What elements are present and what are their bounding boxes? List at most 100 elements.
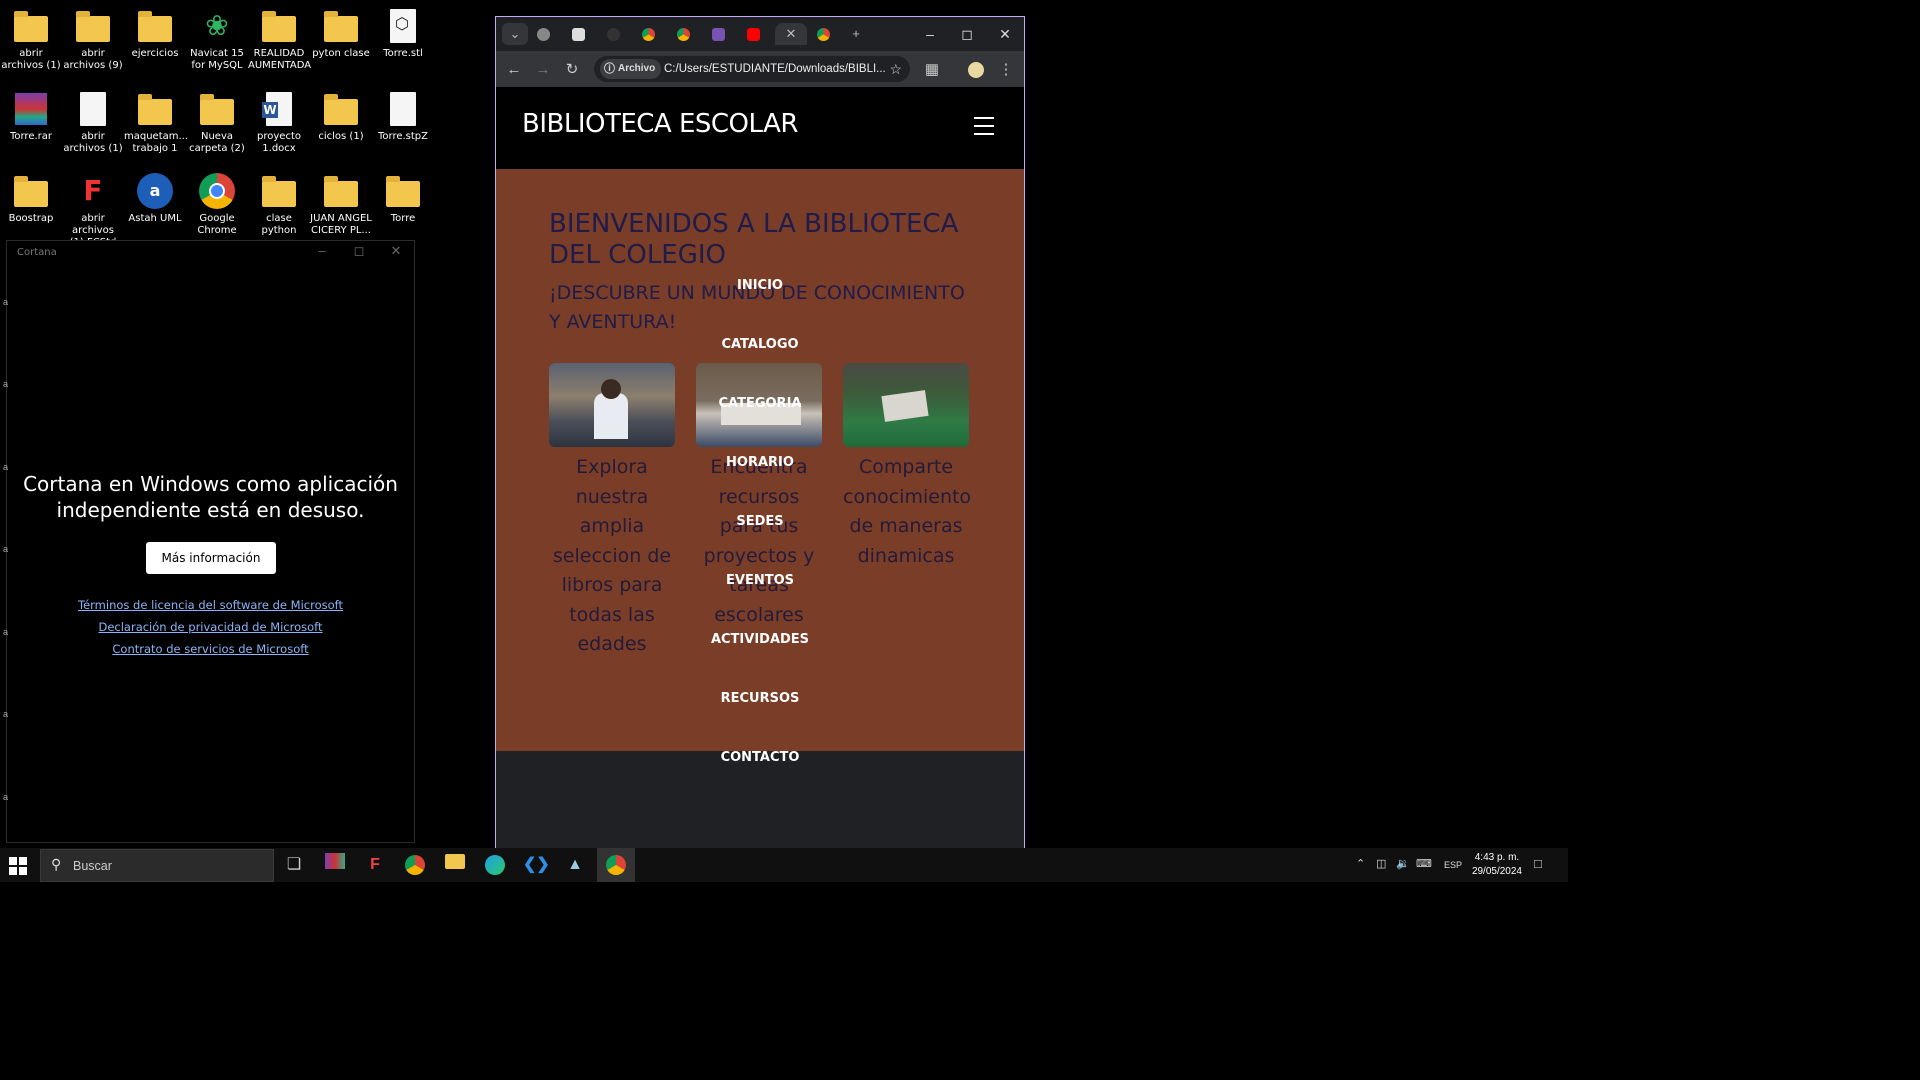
forward-icon[interactable]: → (532, 59, 554, 81)
tab-3[interactable] (600, 23, 626, 45)
taskbar-search-input[interactable]: ⚲ Buscar (40, 849, 274, 882)
services-agreement-link[interactable]: Contrato de servicios de Microsoft (7, 642, 414, 656)
nav-link-sedes[interactable]: SEDES (496, 514, 1024, 529)
nav-link-inicio[interactable]: INICIO (496, 278, 1024, 293)
minimize-icon[interactable]: – (912, 23, 948, 45)
desktop-icon[interactable]: JUAN ANGEL CICERY PL... (310, 171, 372, 237)
freecad-icon[interactable]: F (363, 853, 387, 877)
desktop-icon[interactable]: ejercicios (124, 6, 186, 60)
close-icon[interactable]: ✕ (987, 23, 1023, 45)
reload-icon[interactable]: ↻ (561, 59, 583, 81)
desktop-icon[interactable]: a Astah UML (124, 171, 186, 225)
tab-1[interactable] (530, 23, 556, 45)
nav-link-catalogo[interactable]: CATALOGO (496, 337, 1024, 352)
app-icon[interactable]: ▲ (563, 853, 587, 877)
desktop-icon[interactable]: Nueva carpeta (2) (186, 89, 248, 155)
desktop-icon[interactable]: abrir archivos (1) (62, 89, 124, 155)
close-icon[interactable]: ✕ (381, 243, 411, 259)
desktop-icon[interactable]: Torre.rar (0, 89, 62, 143)
desktop-icon[interactable]: proyecto 1.docx (248, 89, 310, 155)
nav-link-horario[interactable]: HORARIO (496, 455, 1024, 470)
chrome-icon (197, 171, 237, 211)
vscode-icon[interactable]: ❮❯ (523, 853, 550, 877)
chevron-up-icon[interactable]: ⌃ (1356, 857, 1365, 870)
desktop-icon[interactable]: ⬡ Torre.stl (372, 6, 434, 60)
menu-icon[interactable]: ⋮ (995, 59, 1017, 81)
desktop-icon[interactable]: pyton clase (310, 6, 372, 60)
url-text[interactable]: C:/Users/ESTUDIANTE/Downloads/BIBLI... (664, 56, 886, 82)
freecad-icon: F (83, 174, 103, 207)
folder-icon (135, 89, 175, 129)
search-icon: ⚲ (51, 856, 62, 872)
site-icon (606, 28, 620, 42)
keyboard-icon[interactable]: ⌨ (1416, 857, 1432, 870)
task-view-icon[interactable]: ❏ (282, 853, 306, 877)
desktop-icon[interactable]: Torre (372, 171, 434, 225)
desktop-icon-label: pyton clase (312, 48, 370, 59)
bookmark-star-icon[interactable]: ☆ (889, 56, 902, 82)
nav-link-categoria[interactable]: CATEGORIA (496, 396, 1024, 411)
desktop-icon-label: clase python (261, 213, 297, 236)
chrome-icon[interactable] (403, 853, 427, 877)
desktop-icon[interactable]: maquetam... trabajo 1 (124, 89, 188, 155)
tab-6[interactable] (705, 23, 731, 45)
notification-icon[interactable]: □ (1534, 856, 1542, 871)
address-bar[interactable]: Archivo C:/Users/ESTUDIANTE/Downloads/BI… (594, 56, 910, 82)
desktop-icon-label: Torre.stl (383, 48, 423, 59)
tab-2[interactable] (565, 23, 591, 45)
word-document-icon (259, 89, 299, 129)
windows-start-icon[interactable] (9, 857, 27, 875)
minimize-icon[interactable]: – (307, 243, 337, 258)
desktop-icon[interactable]: clase python (248, 171, 310, 237)
desktop-icon[interactable]: Torre.stpZ (372, 89, 434, 143)
chrome-active-icon[interactable] (597, 848, 635, 882)
cortana-deprecation-message: Cortana en Windows como aplicación indep… (23, 472, 398, 522)
site-info-chip[interactable]: Archivo (600, 59, 662, 79)
back-icon[interactable]: ← (503, 59, 525, 81)
desktop-icon[interactable]: REALIDAD AUMENTADA (248, 6, 311, 72)
desktop-icon[interactable]: ❀ Navicat 15 for MySQL (186, 6, 248, 72)
desktop-icon-label: Astah UML (128, 213, 182, 224)
extensions-icon[interactable]: ▦ (921, 59, 943, 81)
desktop-icon[interactable]: Boostrap (0, 171, 62, 225)
site-title[interactable]: BIBLIOTECA ESCOLAR (522, 109, 798, 139)
maximize-icon[interactable]: ◻ (949, 23, 985, 45)
nav-link-contacto[interactable]: CONTACTO (496, 750, 1024, 765)
network-icon[interactable]: ◫ (1376, 857, 1386, 870)
language-indicator[interactable]: ESP (1444, 860, 1462, 870)
desktop-icon[interactable]: ciclos (1) (310, 89, 372, 143)
tab-4[interactable] (635, 23, 661, 45)
maximize-icon[interactable]: ◻ (344, 243, 374, 259)
tab-7[interactable] (740, 23, 766, 45)
tab-5[interactable] (670, 23, 696, 45)
tab-close-icon[interactable]: ✕ (786, 26, 797, 41)
nav-link-recursos[interactable]: RECURSOS (496, 691, 1024, 706)
google-icon (641, 28, 655, 42)
folder-icon (259, 171, 299, 211)
nav-link-actividades[interactable]: ACTIVIDADES (496, 632, 1024, 647)
more-info-button[interactable]: Más información (146, 542, 276, 574)
new-tab-button[interactable]: + (843, 23, 869, 45)
desktop-icon[interactable]: abrir archivos (9) (62, 6, 124, 72)
desktop-icon[interactable]: Fabrir archivos (1).FCStd (62, 171, 124, 249)
tab-active[interactable]: ✕ (775, 23, 807, 45)
winrar-icon[interactable] (323, 853, 347, 877)
hamburger-menu-icon[interactable] (974, 117, 994, 141)
clock[interactable]: 4:43 p. m. 29/05/2024 (1472, 851, 1522, 879)
desktop-icon[interactable]: abrir archivos (1) (0, 6, 62, 72)
profile-avatar[interactable] (965, 59, 987, 81)
folder-icon (259, 6, 299, 46)
tab-search-icon[interactable]: ⌄ (502, 23, 528, 45)
tab-8[interactable] (810, 23, 836, 45)
taskbar: ⚲ Buscar ❏ F ❮❯ ▲ ⌃ ◫ 🔉 ⌨ ESP 4:43 p. m.… (0, 848, 1568, 882)
volume-icon[interactable]: 🔉 (1396, 857, 1410, 870)
desktop-icon[interactable]: Google Chrome (186, 171, 248, 237)
navicat-icon: ❀ (205, 9, 229, 42)
cortana-title: Cortana (17, 247, 57, 258)
file-explorer-icon[interactable] (443, 853, 467, 877)
privacy-statement-link[interactable]: Declaración de privacidad de Microsoft (7, 620, 414, 634)
desktop-icon-label: abrir archivos (9) (63, 48, 123, 71)
edge-icon[interactable] (483, 853, 507, 877)
nav-link-eventos[interactable]: EVENTOS (496, 573, 1024, 588)
license-terms-link[interactable]: Términos de licencia del software de Mic… (7, 598, 414, 612)
